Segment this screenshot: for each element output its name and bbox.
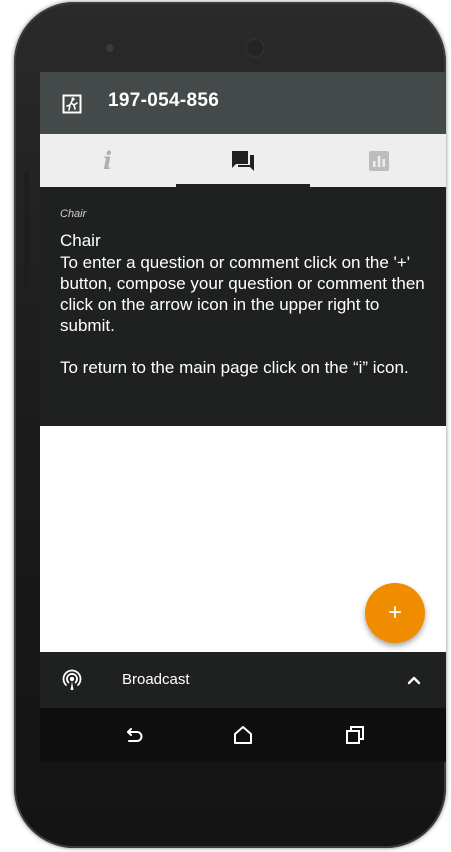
phone-side-button [24, 172, 30, 292]
tab-chat[interactable] [175, 134, 311, 187]
add-question-button[interactable]: + [365, 583, 425, 643]
instructions-text: To enter a question or comment click on … [60, 252, 435, 399]
broadcast-icon [62, 669, 82, 690]
tab-bar: i [40, 134, 446, 187]
app-screen: 197-054-856 i Chair Chair To enter a que… [40, 72, 446, 762]
meeting-id: 197-054-856 [108, 90, 220, 111]
broadcast-bar[interactable]: Broadcast [40, 652, 446, 708]
broadcast-label: Broadcast [122, 671, 190, 688]
exit-door-icon[interactable] [62, 94, 82, 114]
chat-icon [232, 150, 254, 171]
app-bar: 197-054-856 [40, 72, 446, 134]
instructions-paragraph-1: To enter a question or comment click on … [60, 253, 425, 335]
phone-sensor [106, 44, 114, 52]
home-icon[interactable] [229, 721, 257, 749]
android-nav-bar [40, 708, 446, 762]
poll-chart-icon [368, 150, 389, 171]
recents-icon[interactable] [341, 721, 369, 749]
phone-camera [245, 38, 265, 58]
plus-icon: + [387, 599, 402, 626]
chevron-up-icon[interactable] [404, 670, 424, 690]
chair-title: Chair [60, 231, 101, 250]
info-icon: i [102, 146, 113, 175]
chair-small-label: Chair [60, 208, 87, 220]
instructions-paragraph-2: To return to the main page click on the … [60, 358, 409, 377]
back-icon[interactable] [120, 721, 148, 749]
tab-info[interactable]: i [40, 134, 175, 187]
tab-poll[interactable] [311, 134, 446, 187]
